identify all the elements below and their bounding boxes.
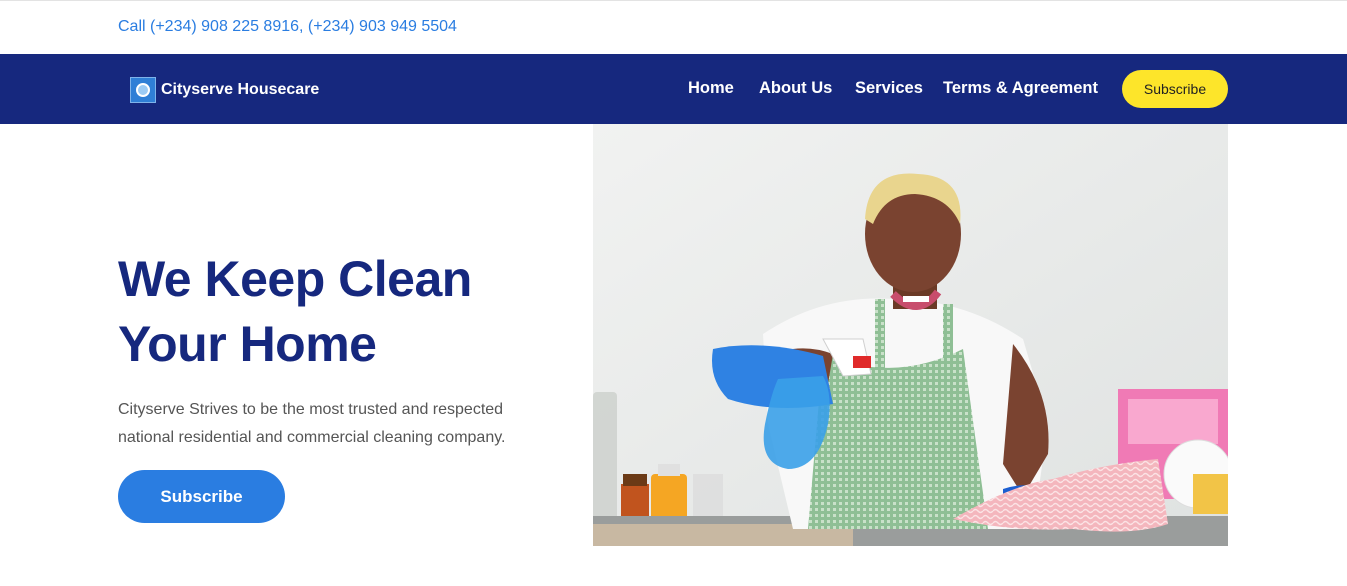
nav-subscribe-button[interactable]: Subscribe [1122, 70, 1228, 108]
hero-description: Cityserve Strives to be the most trusted… [118, 401, 506, 446]
nav-item-services[interactable]: Services [855, 79, 923, 98]
brand-name: Cityserve Housecare [161, 81, 320, 98]
hero-title: We Keep Clean Your Home [118, 251, 472, 372]
top-contact-bar: Call (+234) 908 225 8916, (+234) 903 949… [0, 0, 1347, 54]
company-logo-icon [130, 77, 156, 103]
hero-image [593, 124, 1228, 546]
nav-item-about-us[interactable]: About Us [759, 79, 832, 98]
main-navbar: Cityserve Housecare Home About Us Servic… [0, 54, 1347, 124]
nav-item-terms[interactable]: Terms & Agreement [943, 79, 1098, 98]
nav-item-home[interactable]: Home [688, 79, 734, 98]
brand-link[interactable]: Cityserve Housecare [130, 77, 319, 103]
phone-numbers[interactable]: Call (+234) 908 225 8916, (+234) 903 949… [118, 18, 457, 36]
hero-subscribe-button[interactable]: Subscribe [118, 470, 285, 523]
cleaning-woman-illustration [593, 124, 1228, 546]
